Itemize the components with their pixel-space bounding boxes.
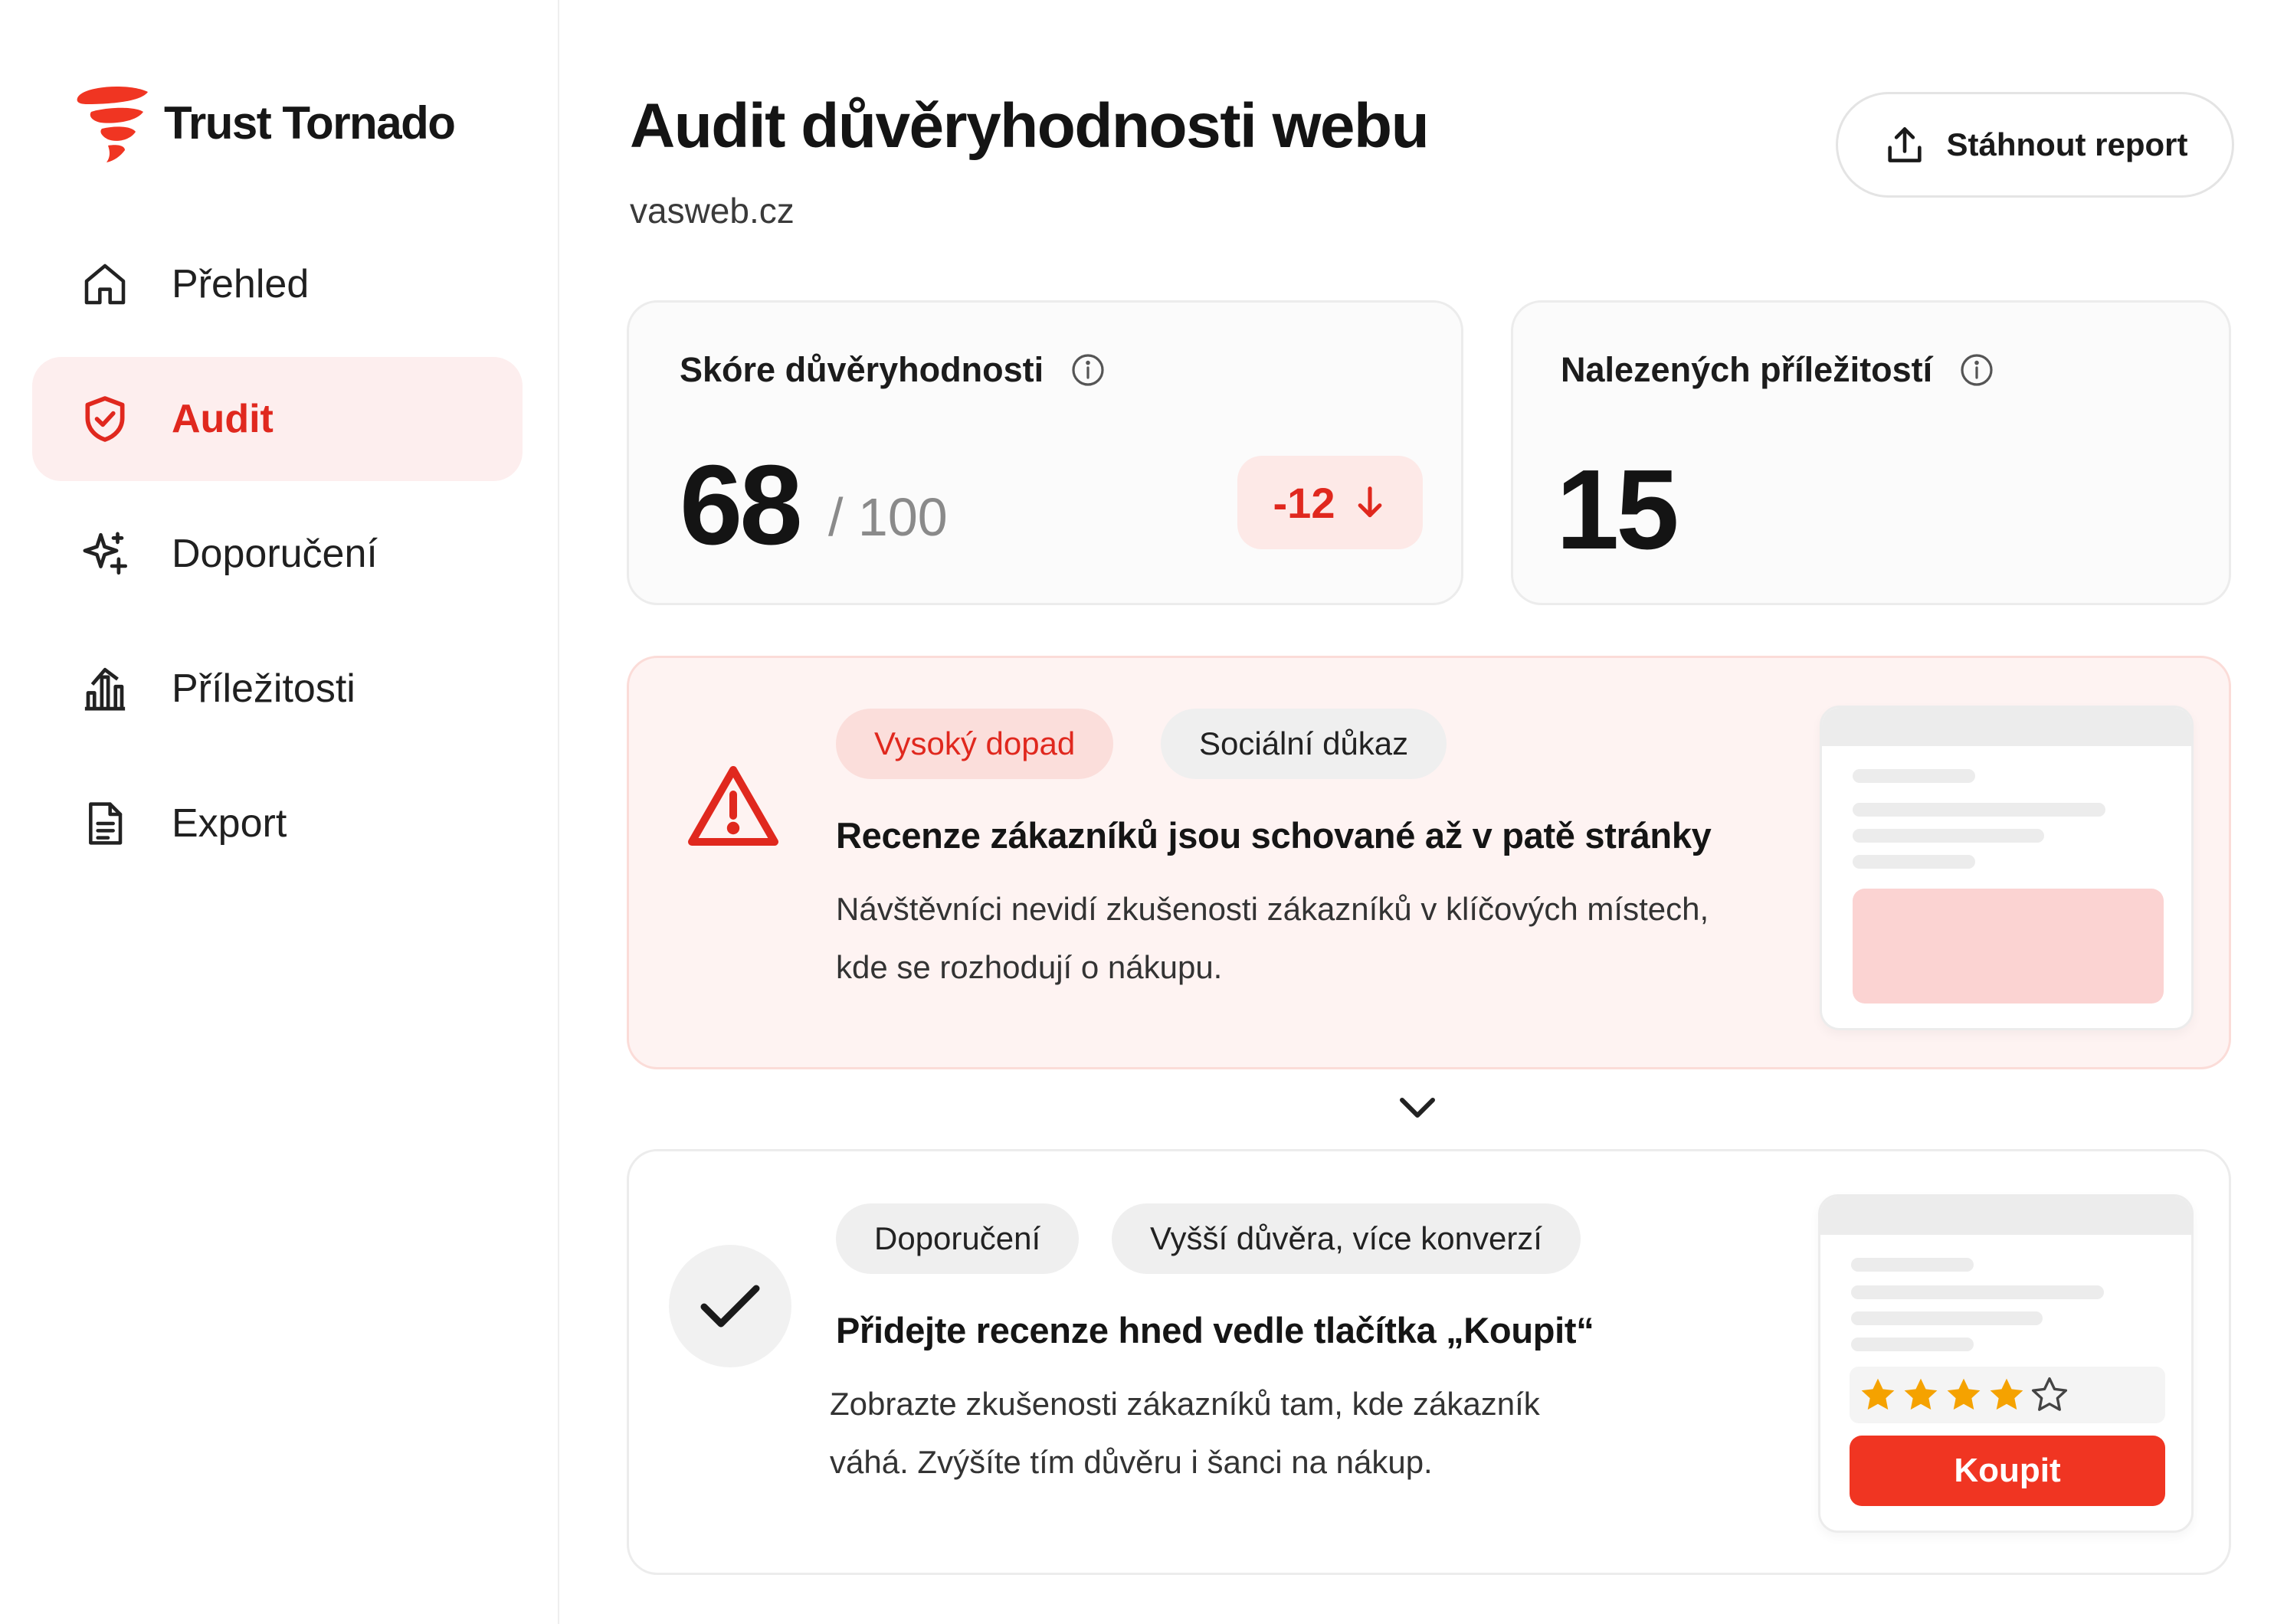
sidebar-item-label: Export bbox=[172, 801, 287, 846]
site-domain: vasweb.cz bbox=[630, 191, 795, 231]
issue-description-line: Návštěvníci nevidí zkušenosti zákazníků … bbox=[836, 891, 1709, 927]
star-filled-icon bbox=[1904, 1378, 1938, 1410]
rating-stars bbox=[1850, 1367, 2165, 1423]
score-delta-badge: -12 bbox=[1237, 456, 1423, 549]
brand-logo-link[interactable]: Trust Tornado bbox=[74, 80, 456, 165]
star-filled-icon bbox=[1947, 1378, 1981, 1410]
sidebar-nav: Přehled Audit Doporučení Příležitosti Ex… bbox=[32, 222, 523, 896]
document-icon bbox=[78, 797, 132, 850]
sparkles-icon bbox=[78, 527, 132, 581]
recommendation-description-line: váhá. Zvýšíte tím důvěru i šanci na náku… bbox=[830, 1444, 1433, 1480]
trust-score-label-row: Skóre důvěryhodnosti bbox=[680, 350, 1106, 390]
star-empty-icon bbox=[2031, 1377, 2068, 1411]
bar-chart-icon bbox=[78, 662, 132, 715]
checkmark-icon bbox=[700, 1285, 760, 1328]
mockup-header-bar bbox=[1820, 1197, 2191, 1235]
score-delta-value: -12 bbox=[1273, 478, 1335, 527]
mockup-highlight-block bbox=[1853, 889, 2164, 1004]
brand-name: Trust Tornado bbox=[164, 97, 456, 149]
impact-tag: Vysoký dopad bbox=[836, 709, 1114, 779]
sidebar-item-prilezitosti[interactable]: Příležitosti bbox=[32, 627, 523, 751]
opportunities-card: Nalezených příležitostí 15 bbox=[1511, 300, 2231, 605]
arrow-down-icon bbox=[1358, 486, 1382, 518]
recommendation-card[interactable]: Doporučení Vyšší důvěra, více konverzí P… bbox=[627, 1149, 2231, 1575]
recommendation-description-line: Zobrazte zkušenosti zákazníků tam, kde z… bbox=[830, 1386, 1540, 1422]
star-filled-icon bbox=[1990, 1378, 2023, 1410]
sidebar-item-export[interactable]: Export bbox=[32, 761, 523, 886]
recommended-layout-mockup: Koupit bbox=[1818, 1194, 2194, 1533]
info-icon[interactable] bbox=[1958, 352, 1995, 388]
mockup-line bbox=[1853, 829, 2044, 843]
recommendation-description: Zobrazte zkušenosti zákazníků tam, kde z… bbox=[830, 1375, 1540, 1491]
opportunities-label-row: Nalezených příležitostí bbox=[1561, 350, 1995, 390]
mockup-line bbox=[1851, 1338, 1974, 1351]
issue-title: Recenze zákazníků jsou schované až v pat… bbox=[836, 815, 1712, 856]
mockup-line bbox=[1851, 1258, 1974, 1272]
mockup-line bbox=[1853, 855, 1975, 869]
chevron-down-icon[interactable] bbox=[1396, 1091, 1439, 1125]
trust-score-label: Skóre důvěryhodnosti bbox=[680, 350, 1044, 389]
opportunities-label: Nalezených příležitostí bbox=[1561, 350, 1933, 389]
sidebar-item-label: Příležitosti bbox=[172, 666, 356, 711]
buy-button[interactable]: Koupit bbox=[1850, 1436, 2165, 1506]
sidebar-item-audit[interactable]: Audit bbox=[32, 357, 523, 481]
benefit-tag: Vyšší důvěra, více konverzí bbox=[1112, 1203, 1581, 1274]
trust-score-value: 68 bbox=[680, 442, 803, 568]
issue-description: Návštěvníci nevidí zkušenosti zákazníků … bbox=[836, 880, 1709, 997]
mockup-line bbox=[1851, 1311, 2043, 1325]
issue-description-line: kde se rozhodují o nákupu. bbox=[836, 949, 1223, 985]
download-report-button[interactable]: Stáhnout report bbox=[1836, 92, 2234, 198]
issue-card[interactable]: Vysoký dopad Sociální důkaz Recenze záka… bbox=[627, 656, 2231, 1069]
trust-score-max: / 100 bbox=[828, 487, 948, 547]
check-badge bbox=[669, 1245, 791, 1367]
tornado-logo-icon bbox=[77, 87, 148, 162]
info-icon[interactable] bbox=[1070, 352, 1106, 388]
mockup-line bbox=[1853, 769, 1975, 783]
download-report-label: Stáhnout report bbox=[1946, 126, 2188, 162]
category-tag: Sociální důkaz bbox=[1161, 709, 1447, 779]
sidebar-item-label: Přehled bbox=[172, 262, 310, 306]
sidebar-item-label: Doporučení bbox=[172, 532, 378, 576]
recommendation-title: Přidejte recenze hned vedle tlačítka „Ko… bbox=[836, 1310, 1594, 1351]
upload-icon bbox=[1887, 127, 1922, 162]
mockup-line bbox=[1851, 1285, 2104, 1299]
sidebar: Trust Tornado Přehled Audit Doporučení P… bbox=[0, 0, 559, 1624]
warning-triangle-icon bbox=[688, 766, 778, 846]
mockup-line bbox=[1853, 803, 2105, 817]
recommendation-tag: Doporučení bbox=[836, 1203, 1080, 1274]
trust-score-card: Skóre důvěryhodnosti 68 / 100 -12 bbox=[627, 300, 1463, 605]
sidebar-item-prehled[interactable]: Přehled bbox=[32, 222, 523, 346]
page-title: Audit důvěryhodnosti webu bbox=[630, 91, 1430, 161]
sidebar-item-label: Audit bbox=[172, 397, 274, 441]
shield-check-icon bbox=[78, 392, 132, 446]
mockup-header-bar bbox=[1822, 708, 2191, 746]
opportunities-value: 15 bbox=[1556, 447, 1679, 573]
sidebar-item-doporuceni[interactable]: Doporučení bbox=[32, 492, 523, 616]
home-icon bbox=[78, 257, 132, 311]
star-filled-icon bbox=[1861, 1378, 1895, 1410]
page-preview-mockup bbox=[1820, 706, 2194, 1030]
